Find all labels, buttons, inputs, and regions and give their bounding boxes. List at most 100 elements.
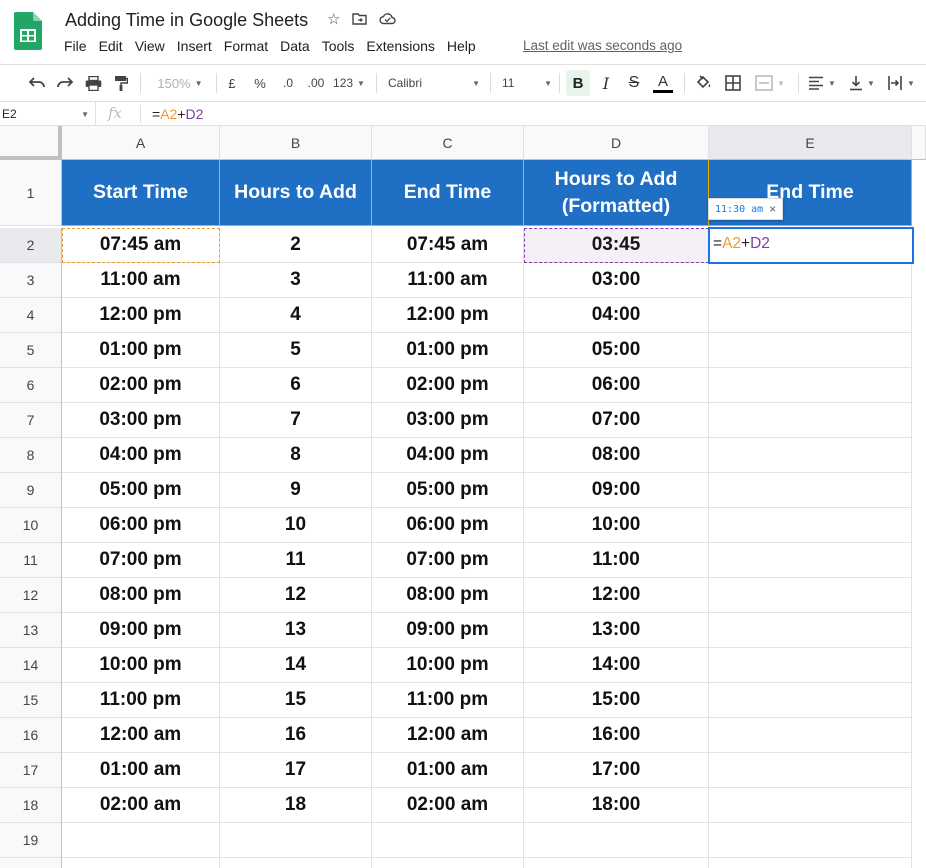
cell-c16[interactable]: 12:00 am [372,718,524,753]
cell-b13[interactable]: 13 [220,613,372,648]
cell-c20[interactable] [372,858,524,868]
row-header-6[interactable]: 6 [0,368,62,403]
row-header-1[interactable]: 1 [0,160,62,226]
row-header-13[interactable]: 13 [0,613,62,648]
cell-a19[interactable] [62,823,220,858]
row-header-10[interactable]: 10 [0,508,62,543]
menu-extensions[interactable]: Extensions [366,38,440,54]
header-cell-a[interactable]: Start Time [62,160,220,226]
cell-d10[interactable]: 10:00 [524,508,709,543]
row-header-9[interactable]: 9 [0,473,62,508]
menu-view[interactable]: View [135,38,171,54]
menu-insert[interactable]: Insert [177,38,218,54]
cell-a11[interactable]: 07:00 pm [62,543,220,578]
cell-d5[interactable]: 05:00 [524,333,709,368]
cell-c2[interactable]: 07:45 am [372,228,524,263]
column-header-b[interactable]: B [220,126,372,160]
row-header-18[interactable]: 18 [0,788,62,823]
row-header-12[interactable]: 12 [0,578,62,613]
cell-c15[interactable]: 11:00 pm [372,683,524,718]
cell-e20[interactable] [709,858,912,868]
cell-e2-editor[interactable]: =A2+D2 [708,227,914,264]
formula-input[interactable]: =A2+D2 [152,106,203,122]
cell-d6[interactable]: 06:00 [524,368,709,403]
menu-tools[interactable]: Tools [322,38,361,54]
cell-c4[interactable]: 12:00 pm [372,298,524,333]
cell-b2[interactable]: 2 [220,228,372,263]
cell-a5[interactable]: 01:00 pm [62,333,220,368]
menu-format[interactable]: Format [224,38,274,54]
cell-a4[interactable]: 12:00 pm [62,298,220,333]
row-header-3[interactable]: 3 [0,263,62,298]
cell-b19[interactable] [220,823,372,858]
cell-d12[interactable]: 12:00 [524,578,709,613]
cell-a8[interactable]: 04:00 pm [62,438,220,473]
cell-b10[interactable]: 10 [220,508,372,543]
cell-e4[interactable] [709,298,912,333]
menu-help[interactable]: Help [447,38,482,54]
cell-e11[interactable] [709,543,912,578]
text-color-button[interactable]: A [652,72,674,94]
cell-c13[interactable]: 09:00 pm [372,613,524,648]
cell-c7[interactable]: 03:00 pm [372,403,524,438]
cell-b18[interactable]: 18 [220,788,372,823]
redo-icon[interactable] [54,72,76,94]
cell-a14[interactable]: 10:00 pm [62,648,220,683]
italic-button[interactable]: I [596,72,616,94]
cell-e19[interactable] [709,823,912,858]
row-header-17[interactable]: 17 [0,753,62,788]
cell-b5[interactable]: 5 [220,333,372,368]
text-wrap-icon[interactable]: ▼ [884,72,918,94]
decrease-decimal-button[interactable]: .0 [277,72,299,94]
cell-d15[interactable]: 15:00 [524,683,709,718]
cell-e5[interactable] [709,333,912,368]
folder-move-icon[interactable] [352,12,368,30]
cell-e10[interactable] [709,508,912,543]
cell-b15[interactable]: 15 [220,683,372,718]
cell-a20[interactable] [62,858,220,868]
cell-e18[interactable] [709,788,912,823]
cell-b11[interactable]: 11 [220,543,372,578]
column-header-a[interactable]: A [62,126,220,160]
cell-b7[interactable]: 7 [220,403,372,438]
cell-e13[interactable] [709,613,912,648]
name-box[interactable]: E2 ▼ [0,102,96,126]
cell-d9[interactable]: 09:00 [524,473,709,508]
increase-decimal-button[interactable]: .00 [304,72,328,94]
cell-b3[interactable]: 3 [220,263,372,298]
cell-d13[interactable]: 13:00 [524,613,709,648]
cell-c3[interactable]: 11:00 am [372,263,524,298]
cell-e16[interactable] [709,718,912,753]
column-header-c[interactable]: C [372,126,524,160]
cell-c12[interactable]: 08:00 pm [372,578,524,613]
cell-e3[interactable] [709,263,912,298]
menu-edit[interactable]: Edit [99,38,129,54]
cell-d18[interactable]: 18:00 [524,788,709,823]
cell-a16[interactable]: 12:00 am [62,718,220,753]
cell-b6[interactable]: 6 [220,368,372,403]
strikethrough-button[interactable]: S [624,72,644,94]
merge-cells-icon[interactable]: ▼ [752,72,788,94]
cell-d17[interactable]: 17:00 [524,753,709,788]
column-header-e[interactable]: E [709,126,912,160]
cell-b16[interactable]: 16 [220,718,372,753]
cell-d20[interactable] [524,858,709,868]
menu-file[interactable]: File [64,38,93,54]
cell-c5[interactable]: 01:00 pm [372,333,524,368]
cell-b17[interactable]: 17 [220,753,372,788]
row-header-2[interactable]: 2 [0,228,62,263]
row-header-11[interactable]: 11 [0,543,62,578]
last-edit-link[interactable]: Last edit was seconds ago [523,38,682,53]
cell-c11[interactable]: 07:00 pm [372,543,524,578]
cell-a10[interactable]: 06:00 pm [62,508,220,543]
cell-c14[interactable]: 10:00 pm [372,648,524,683]
row-header-20[interactable]: 20 [0,858,62,868]
menu-data[interactable]: Data [280,38,316,54]
sheets-logo-icon[interactable] [14,12,42,50]
cell-c9[interactable]: 05:00 pm [372,473,524,508]
cell-a3[interactable]: 11:00 am [62,263,220,298]
cell-d4[interactable]: 04:00 [524,298,709,333]
bold-button[interactable]: B [566,70,590,96]
cell-c18[interactable]: 02:00 am [372,788,524,823]
cell-e7[interactable] [709,403,912,438]
